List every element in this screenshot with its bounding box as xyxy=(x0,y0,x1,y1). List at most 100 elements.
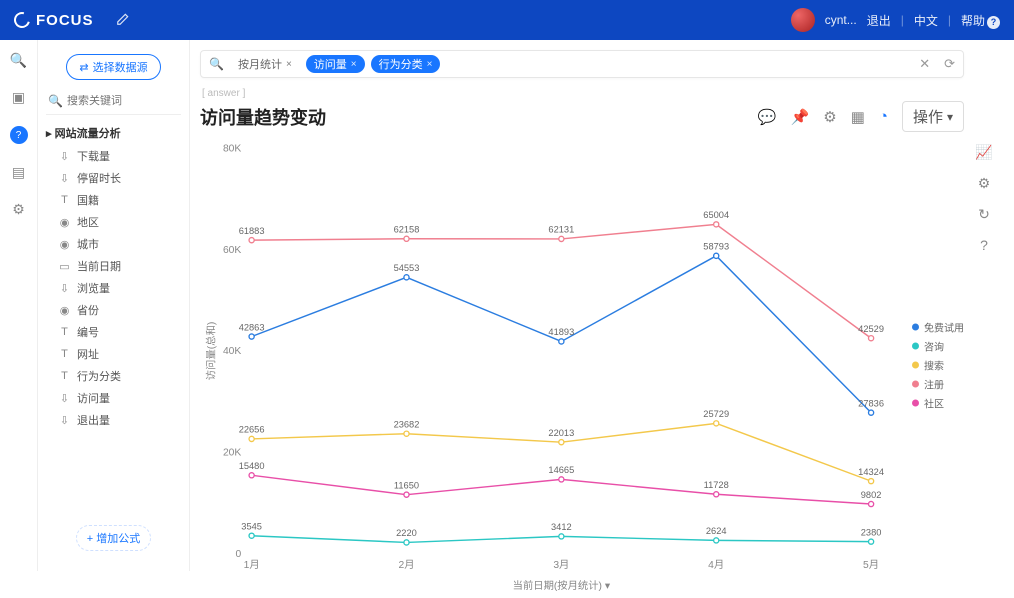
category-toggle[interactable]: ▸ 网站流量分析 xyxy=(46,125,181,141)
remove-icon[interactable]: × xyxy=(286,59,292,70)
field-type-icon: ▭ xyxy=(58,260,71,273)
rail-data-icon[interactable]: ▤ xyxy=(12,164,25,181)
field-type-icon: ◉ xyxy=(58,238,71,251)
legend-item[interactable]: 搜索 xyxy=(912,357,964,372)
logo: FOCUS xyxy=(14,12,94,29)
field-item[interactable]: ◉地区 xyxy=(46,211,181,233)
search-icon: 🔍 xyxy=(209,57,224,71)
legend-label: 搜索 xyxy=(924,357,944,372)
sidebar: ⇄ 选择数据源 🔍 ▸ 网站流量分析 ⇩下载量⇩停留时长T国籍◉地区◉城市▭当前… xyxy=(38,40,190,571)
field-item[interactable]: ⇩退出量 xyxy=(46,409,181,431)
query-pill[interactable]: 行为分类 × xyxy=(371,55,441,73)
field-item[interactable]: T网址 xyxy=(46,343,181,365)
svg-text:0: 0 xyxy=(236,549,242,560)
svg-text:62131: 62131 xyxy=(548,225,574,235)
svg-text:65004: 65004 xyxy=(703,210,729,220)
field-label: 当前日期 xyxy=(77,258,121,274)
svg-text:42863: 42863 xyxy=(239,322,265,332)
legend-item[interactable]: 咨询 xyxy=(912,338,964,353)
rail-search-icon[interactable]: 🔍 xyxy=(10,52,27,69)
chart-icon[interactable]: ◔ xyxy=(879,108,888,125)
field-type-icon: T xyxy=(58,326,71,338)
svg-text:2220: 2220 xyxy=(396,528,417,538)
field-label: 浏览量 xyxy=(77,280,110,296)
svg-text:14324: 14324 xyxy=(858,467,884,477)
comment-icon[interactable]: 💬 xyxy=(758,108,777,126)
field-label: 停留时长 xyxy=(77,170,121,186)
edit-icon[interactable] xyxy=(116,12,130,29)
field-item[interactable]: ⇩ 访问量 xyxy=(46,387,181,409)
field-item[interactable]: ▭ 当前日期 xyxy=(46,255,181,277)
field-item[interactable]: ◉省份 xyxy=(46,299,181,321)
svg-text:2月: 2月 xyxy=(398,559,414,571)
toolbar: 💬 📌 ⚙ ▦ ◔ 操作 ▾ xyxy=(758,101,964,132)
select-datasource-button[interactable]: ⇄ 选择数据源 xyxy=(66,54,160,80)
query-bar[interactable]: 🔍 按月统计 × 访问量 × 行为分类 × ✕ ⟳ xyxy=(200,50,964,78)
svg-text:4月: 4月 xyxy=(708,559,724,571)
field-label: 城市 xyxy=(77,236,99,252)
refresh-icon[interactable]: ⟳ xyxy=(944,56,955,72)
svg-text:3545: 3545 xyxy=(241,521,262,531)
svg-text:3412: 3412 xyxy=(551,522,572,532)
remove-icon[interactable]: × xyxy=(351,59,357,70)
svg-text:1月: 1月 xyxy=(244,559,260,571)
operations-button[interactable]: 操作 ▾ xyxy=(902,101,964,132)
chart-type-icon[interactable]: 📈 xyxy=(975,144,992,161)
lang-link[interactable]: 中文 xyxy=(914,12,938,29)
field-item[interactable]: ⇩停留时长 xyxy=(46,167,181,189)
remove-icon[interactable]: × xyxy=(427,59,433,70)
logout-link[interactable]: 退出 xyxy=(867,12,891,29)
clear-icon[interactable]: ✕ xyxy=(919,56,930,72)
svg-text:2380: 2380 xyxy=(861,527,882,537)
field-type-icon: T xyxy=(58,370,71,382)
chart-help-icon[interactable]: ? xyxy=(980,237,988,253)
legend-label: 免费试用 xyxy=(924,319,964,334)
legend-swatch xyxy=(912,399,919,406)
legend-label: 注册 xyxy=(924,376,944,391)
svg-text:60K: 60K xyxy=(223,245,241,256)
pin-icon[interactable]: 📌 xyxy=(791,108,810,126)
field-label: 访问量 xyxy=(77,390,110,406)
topbar-right: cynt... 退出 | 中文 | 帮助? xyxy=(791,8,1000,32)
field-label: 行为分类 xyxy=(77,368,121,384)
field-search-input[interactable] xyxy=(67,95,179,107)
svg-text:14665: 14665 xyxy=(548,465,574,475)
subtitle: [ answer ] xyxy=(202,88,964,99)
rail-settings-icon[interactable]: ⚙ xyxy=(12,201,25,218)
field-item[interactable]: T编号 xyxy=(46,321,181,343)
field-label: 省份 xyxy=(77,302,99,318)
field-item[interactable]: ⇩下载量 xyxy=(46,145,181,167)
help-link[interactable]: 帮助? xyxy=(961,12,1000,29)
search-icon: 🔍 xyxy=(48,94,63,108)
field-item[interactable]: ◉ 城市 xyxy=(46,233,181,255)
settings-icon[interactable]: ⚙ xyxy=(823,108,836,126)
legend-item[interactable]: 免费试用 xyxy=(912,319,964,334)
legend-item[interactable]: 社区 xyxy=(912,395,964,410)
svg-text:5月: 5月 xyxy=(863,559,879,571)
rail-board-icon[interactable]: ▣ xyxy=(12,89,25,106)
field-item[interactable]: T国籍 xyxy=(46,189,181,211)
legend-item[interactable]: 注册 xyxy=(912,376,964,391)
svg-text:42529: 42529 xyxy=(858,324,884,334)
logo-icon xyxy=(11,9,33,31)
svg-text:22013: 22013 xyxy=(548,428,574,438)
table-icon[interactable]: ▦ xyxy=(851,108,865,126)
field-type-icon: ⇩ xyxy=(58,392,71,405)
field-label: 网址 xyxy=(77,346,99,362)
query-text-token[interactable]: 按月统计 × xyxy=(230,55,300,73)
avatar[interactable] xyxy=(791,8,815,32)
user-name[interactable]: cynt... xyxy=(825,13,857,27)
svg-text:25729: 25729 xyxy=(703,409,729,419)
field-label: 地区 xyxy=(77,214,99,230)
legend-label: 咨询 xyxy=(924,338,944,353)
chart-refresh-icon[interactable]: ↻ xyxy=(978,206,990,223)
svg-text:3月: 3月 xyxy=(553,559,569,571)
query-pill[interactable]: 访问量 × xyxy=(306,55,365,73)
add-formula-button[interactable]: + 增加公式 xyxy=(76,525,151,551)
chart-settings-icon[interactable]: ⚙ xyxy=(978,175,991,192)
field-item[interactable]: ⇩浏览量 xyxy=(46,277,181,299)
svg-text:54553: 54553 xyxy=(394,263,420,273)
rail-active-icon[interactable]: ? xyxy=(10,126,28,144)
field-item[interactable]: T 行为分类 xyxy=(46,365,181,387)
chart: 020K40K60K80K访问量(总和)1月2月3月4月5月当前日期(按月统计)… xyxy=(200,138,964,595)
